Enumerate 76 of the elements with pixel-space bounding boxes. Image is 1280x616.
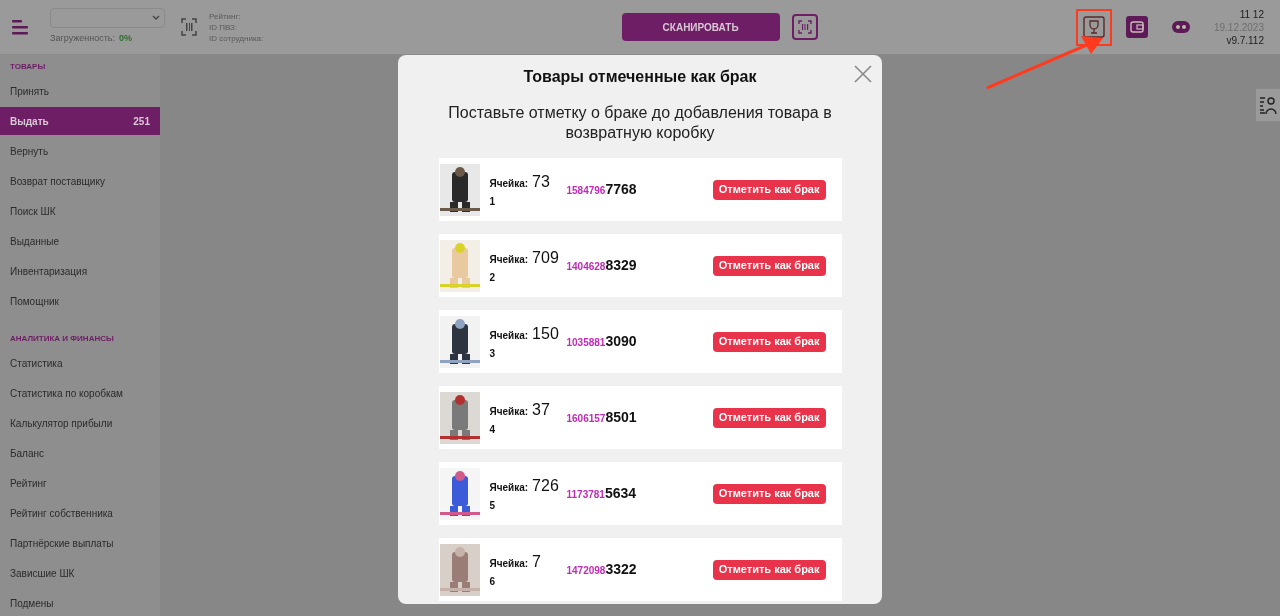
- code-prefix: 1606157: [566, 413, 606, 426]
- mark-defect-button[interactable]: Отметить как брак: [712, 407, 826, 428]
- code-suffix: 8329: [605, 256, 637, 275]
- code-suffix: 5634: [604, 484, 637, 503]
- row-index: 6: [489, 575, 497, 589]
- cell-number: 709: [532, 248, 559, 268]
- cell-number: 73: [532, 172, 550, 192]
- row-index: 5: [489, 499, 497, 513]
- row-index: 1: [489, 195, 497, 209]
- sidebar-item[interactable]: Статистика: [0, 348, 160, 378]
- sidebar-item[interactable]: Калькулятор прибыли: [0, 408, 160, 438]
- cell-number: 150: [532, 324, 559, 344]
- barcode-icon[interactable]: [181, 18, 197, 36]
- cell-label: Ячейка:: [489, 557, 529, 571]
- scan-frame-button[interactable]: [791, 14, 818, 40]
- sidebar-item[interactable]: Зависшие ШК: [0, 558, 160, 588]
- sidebar-item[interactable]: Помощник: [0, 286, 160, 316]
- cell-number: 726: [532, 476, 559, 496]
- cell-label: Ячейка:: [489, 177, 529, 191]
- section-title: АНАЛИТИКА И ФИНАНСЫ: [9, 333, 115, 345]
- code-prefix: 1404628: [566, 261, 606, 274]
- section-title: ТОВАРЫ: [9, 61, 47, 73]
- side-tab[interactable]: [1256, 89, 1280, 121]
- code-suffix: 7768: [605, 180, 637, 199]
- select-field[interactable]: [50, 8, 165, 29]
- menu-icon[interactable]: [12, 19, 30, 35]
- close-button[interactable]: [854, 65, 872, 83]
- sidebar-item[interactable]: Инвентаризация: [0, 256, 160, 286]
- info-label: Рейтинг:: [209, 10, 242, 22]
- sidebar-item[interactable]: Вернуть: [0, 136, 160, 166]
- mark-defect-button[interactable]: Отметить как брак: [712, 483, 826, 504]
- version-text: v9.7.112: [1226, 33, 1264, 47]
- mark-defect-button[interactable]: Отметить как брак: [712, 255, 826, 276]
- sidebar-item[interactable]: Статистика по коробкам: [0, 378, 160, 408]
- close-icon: [854, 65, 872, 83]
- cell-label: Ячейка:: [489, 405, 529, 419]
- code-suffix: 3322: [605, 560, 637, 579]
- sidebar-item[interactable]: Выданные: [0, 226, 160, 256]
- cell-label: Ячейка:: [489, 329, 529, 343]
- row-index: 3: [489, 347, 497, 361]
- modal-title: Товары отмеченные как брак: [523, 67, 757, 87]
- code-prefix: 1472098: [566, 565, 606, 578]
- time-text: 11 12: [1239, 7, 1264, 21]
- modal-subtitle: Поставьте отметку о браке до добавления товара в возвратную коробку: [447, 103, 833, 143]
- sidebar-item[interactable]: Подмены: [0, 588, 160, 616]
- sidebar-item[interactable]: Рейтинг: [0, 468, 160, 498]
- sidebar-item[interactable]: Партнёрские выплаты: [0, 528, 160, 558]
- sidebar-item[interactable]: Принять: [0, 76, 160, 106]
- sidebar-item[interactable]: Поиск ШК: [0, 196, 160, 226]
- cell-number: 7: [532, 552, 541, 572]
- scan-button[interactable]: СКАНИРОВАТЬ: [621, 13, 780, 41]
- workload-value: 0%: [119, 32, 133, 46]
- mark-defect-button[interactable]: Отметить как брак: [712, 331, 826, 352]
- code-prefix: 1035881: [566, 337, 606, 350]
- mark-defect-button[interactable]: Отметить как брак: [712, 179, 826, 200]
- sidebar-item[interactable]: Рейтинг собственника: [0, 498, 160, 528]
- code-prefix: 1173781: [566, 489, 605, 502]
- robot-icon[interactable]: [1169, 19, 1192, 35]
- cell-label: Ячейка:: [489, 253, 529, 267]
- user-list-icon: [1259, 95, 1277, 115]
- sidebar-item[interactable]: Возврат поставщику: [0, 166, 160, 196]
- code-suffix: 3090: [605, 332, 637, 351]
- mark-defect-button[interactable]: Отметить как брак: [712, 559, 826, 580]
- cell-number: 37: [532, 400, 550, 420]
- barcode-icon: [797, 20, 812, 34]
- workload-label: Загруженность:: [50, 32, 115, 46]
- row-index: 4: [489, 423, 497, 437]
- sidebar-item[interactable]: Выдать 251: [0, 107, 160, 135]
- chevron-icon: [152, 15, 160, 22]
- wallet-icon[interactable]: [1125, 16, 1148, 38]
- sidebar-item[interactable]: Баланс: [0, 438, 160, 468]
- cell-label: Ячейка:: [489, 481, 529, 495]
- code-suffix: 8501: [605, 408, 637, 427]
- row-index: 2: [489, 271, 497, 285]
- glass-icon[interactable]: [1082, 16, 1105, 38]
- code-prefix: 1584796: [566, 185, 606, 198]
